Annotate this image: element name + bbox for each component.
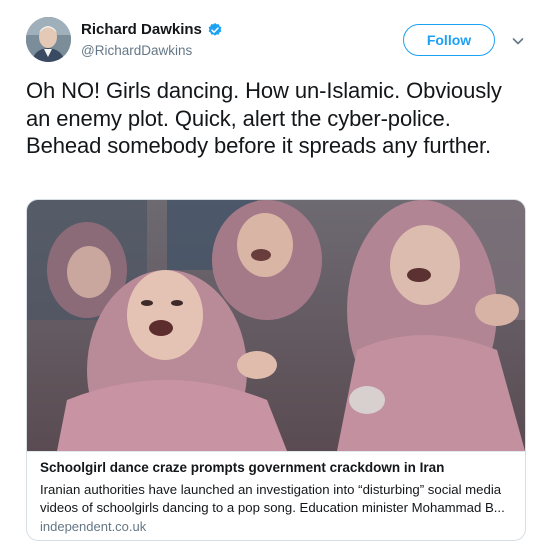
chevron-down-icon[interactable] [510,33,526,49]
avatar-image [26,17,71,62]
link-card[interactable]: Schoolgirl dance craze prompts governmen… [26,199,526,541]
follow-button[interactable]: Follow [403,24,495,56]
card-domain: independent.co.uk [40,519,147,534]
display-name[interactable]: Richard Dawkins [81,21,202,38]
tweet: Richard Dawkins @RichardDawkins Follow O… [0,0,555,552]
author-name-row[interactable]: Richard Dawkins [81,21,223,38]
verified-badge-icon [208,22,222,36]
card-video-still [27,200,525,451]
avatar[interactable] [26,17,71,62]
tweet-text: Oh NO! Girls dancing. How un-Islamic. Ob… [26,78,502,158]
card-title[interactable]: Schoolgirl dance craze prompts governmen… [40,460,510,475]
card-image [27,200,525,451]
card-description: Iranian authorities have launched an inv… [40,482,505,515]
author-handle[interactable]: @RichardDawkins [81,43,192,58]
card-body: Schoolgirl dance craze prompts governmen… [27,451,525,534]
